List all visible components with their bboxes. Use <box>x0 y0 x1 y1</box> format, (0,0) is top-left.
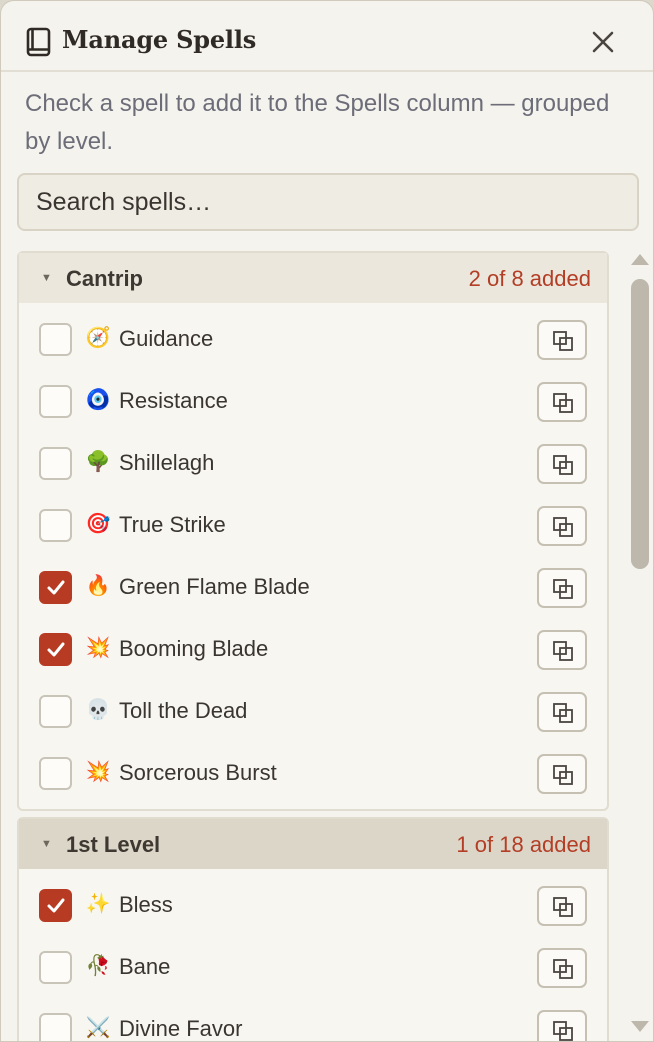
spell-name: Guidance <box>119 326 214 351</box>
checkmark-icon <box>47 580 65 595</box>
duplicate-icon <box>553 393 573 413</box>
spell-checkbox[interactable] <box>39 385 72 418</box>
duplicate-button[interactable] <box>537 630 587 670</box>
spell-checkbox[interactable] <box>39 757 72 790</box>
book-icon <box>26 27 51 57</box>
group-count: 2 of 8 added <box>468 266 591 291</box>
spell-name: Toll the Dead <box>119 698 248 723</box>
group-header[interactable]: ▼ 1st Level 1 of 18 added <box>19 819 607 869</box>
spell-group: ▼ Cantrip 2 of 8 added 🧭 Guidance 🧿 Resistance… <box>17 251 609 811</box>
spell-checkbox[interactable] <box>39 509 72 542</box>
close-icon <box>592 31 614 53</box>
group-title: 1st Level <box>66 832 161 857</box>
duplicate-button[interactable] <box>537 382 587 422</box>
dialog-header: Manage Spells <box>1 1 653 72</box>
spell-row: 🌳 Shillelagh <box>19 433 607 495</box>
scroll-down-arrow[interactable] <box>630 1019 650 1035</box>
spell-name: Shillelagh <box>119 450 215 475</box>
dialog-title: Manage Spells <box>62 25 257 54</box>
checkmark-icon <box>47 898 65 913</box>
duplicate-icon <box>553 897 573 917</box>
group-title: Cantrip <box>66 266 143 291</box>
spell-row: 🎯 True Strike <box>19 495 607 557</box>
checkmark-icon <box>47 642 65 657</box>
duplicate-button[interactable] <box>537 692 587 732</box>
duplicate-button[interactable] <box>537 1010 587 1041</box>
spell-icon: 🌳 <box>85 451 111 473</box>
duplicate-button[interactable] <box>537 320 587 360</box>
duplicate-icon <box>553 517 573 537</box>
duplicate-button[interactable] <box>537 754 587 794</box>
spell-row: ✨ Bless <box>19 875 607 937</box>
spell-icon: 🥀 <box>85 955 111 977</box>
spell-row: 🧿 Resistance <box>19 371 607 433</box>
duplicate-icon <box>553 959 573 979</box>
spell-icon: 💥 <box>85 637 111 659</box>
duplicate-button[interactable] <box>537 568 587 608</box>
spell-icon: ✨ <box>85 893 111 915</box>
duplicate-icon <box>553 331 573 351</box>
spell-rows: ✨ Bless 🥀 Bane ⚔️ Divine Favor <box>19 869 607 1041</box>
scroll-up-arrow[interactable] <box>630 251 650 267</box>
spell-checkbox[interactable] <box>39 889 72 922</box>
spell-name: Booming Blade <box>119 636 269 661</box>
duplicate-button[interactable] <box>537 948 587 988</box>
duplicate-icon <box>553 1021 573 1041</box>
spell-name: True Strike <box>119 512 226 537</box>
spell-checkbox[interactable] <box>39 447 72 480</box>
spell-checkbox[interactable] <box>39 951 72 984</box>
spell-name: Resistance <box>119 388 228 413</box>
duplicate-icon <box>553 579 573 599</box>
spell-row: 🔥 Green Flame Blade <box>19 557 607 619</box>
spell-checkbox[interactable] <box>39 633 72 666</box>
manage-spells-dialog: Manage Spells Check a spell to add it to… <box>0 0 654 1042</box>
collapse-caret-icon: ▼ <box>41 272 52 284</box>
spell-checkbox[interactable] <box>39 323 72 356</box>
spell-group: ▼ 1st Level 1 of 18 added ✨ Bless 🥀 Bane ⚔️ Divi… <box>17 817 609 1041</box>
duplicate-icon <box>553 641 573 661</box>
duplicate-button[interactable] <box>537 506 587 546</box>
search-input[interactable] <box>17 173 639 231</box>
spell-name: Sorcerous Burst <box>119 760 277 785</box>
spell-row: 💥 Sorcerous Burst <box>19 743 607 805</box>
spell-checkbox[interactable] <box>39 1013 72 1041</box>
spell-icon: 🎯 <box>85 513 111 535</box>
spell-icon: 🧭 <box>85 327 111 349</box>
dialog-description: Check a spell to add it to the Spells co… <box>25 90 610 155</box>
spell-name: Bane <box>119 954 171 979</box>
collapse-caret-icon: ▼ <box>41 838 52 850</box>
close-button[interactable] <box>584 23 622 61</box>
spell-row: 💥 Booming Blade <box>19 619 607 681</box>
spell-name: Bless <box>119 892 173 917</box>
spell-row: 💀 Toll the Dead <box>19 681 607 743</box>
spell-icon: ⚔️ <box>85 1017 111 1039</box>
duplicate-button[interactable] <box>537 444 587 484</box>
duplicate-icon <box>553 703 573 723</box>
spell-row: 🧭 Guidance <box>19 309 607 371</box>
group-count: 1 of 18 added <box>456 832 591 857</box>
spell-icon: 💀 <box>85 699 111 721</box>
scrollbar-thumb[interactable] <box>631 279 649 569</box>
spell-name: Green Flame Blade <box>119 574 310 599</box>
spell-icon: 💥 <box>85 761 111 783</box>
spell-icon: 🔥 <box>85 575 111 597</box>
duplicate-icon <box>553 765 573 785</box>
spell-name: Divine Favor <box>119 1016 243 1041</box>
spell-checkbox[interactable] <box>39 571 72 604</box>
spell-row: ⚔️ Divine Favor <box>19 999 607 1041</box>
spell-row: 🥀 Bane <box>19 937 607 999</box>
spell-list: ▼ Cantrip 2 of 8 added 🧭 Guidance 🧿 Resistance… <box>17 251 609 1041</box>
duplicate-button[interactable] <box>537 886 587 926</box>
duplicate-icon <box>553 455 573 475</box>
spell-rows: 🧭 Guidance 🧿 Resistance 🌳 Shillelagh 🎯 True Str… <box>19 303 607 809</box>
spell-checkbox[interactable] <box>39 695 72 728</box>
spell-icon: 🧿 <box>85 389 111 411</box>
group-header[interactable]: ▼ Cantrip 2 of 8 added <box>19 253 607 303</box>
